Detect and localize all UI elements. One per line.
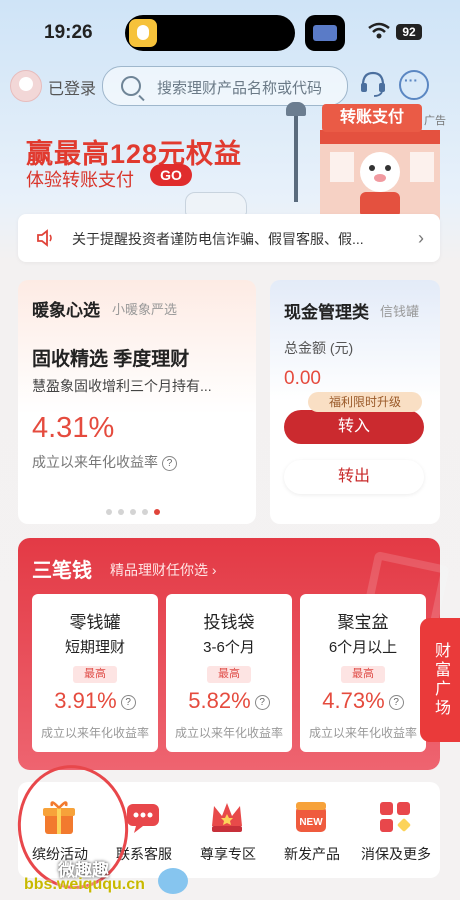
battery-indicator: 92	[396, 24, 422, 40]
max-badge: 最高	[341, 666, 385, 683]
money-card-term: 3-6个月	[203, 639, 255, 656]
carousel-dot	[118, 509, 124, 515]
speaker-icon	[37, 229, 52, 247]
wealth-plaza-tab[interactable]: 财富广场	[420, 618, 460, 742]
product-name: 固收精选 季度理财	[32, 349, 190, 370]
money-card-term: 短期理财	[64, 639, 125, 656]
card-activity-icon	[305, 15, 345, 51]
car-illustration	[185, 192, 247, 216]
cash-management-card[interactable]: 现金管理类 信钱罐 总金额 (元) 0.00 转入 福利限时升级 转出	[270, 280, 440, 524]
login-status[interactable]: 已登录	[48, 75, 96, 99]
avatar[interactable]	[10, 70, 42, 102]
product-description: 慧盈象固收增利三个月持有...	[32, 378, 212, 394]
perk-badge: 福利限时升级	[308, 392, 422, 412]
customer-service-icon[interactable]	[358, 68, 388, 98]
total-amount-label: 总金额 (元)	[284, 340, 354, 356]
quick-entry-label: 消保及更多	[361, 846, 431, 862]
money-card-note: 成立以来年化收益率	[174, 726, 283, 740]
section-subtitle-link[interactable]: 精品理财任你选 ›	[110, 560, 217, 580]
help-icon[interactable]: ?	[388, 694, 404, 710]
grid-icon	[380, 802, 411, 832]
chat-bubble-icon	[127, 804, 159, 833]
quick-entry-vip[interactable]: 尊享专区	[186, 796, 270, 872]
help-icon[interactable]: ?	[254, 694, 270, 710]
money-card-name: 零钱罐	[69, 613, 121, 632]
card-title: 暖象心选	[32, 301, 100, 320]
help-icon[interactable]: ?	[162, 455, 177, 471]
carousel-dot	[106, 509, 112, 515]
card-title: 现金管理类	[284, 303, 369, 322]
featured-product-card[interactable]: 暖象心选 小暖象严选 固收精选 季度理财 慧盈象固收增利三个月持有... 4.3…	[18, 280, 256, 524]
transfer-out-button[interactable]: 转出	[284, 460, 424, 494]
crown-icon	[212, 803, 242, 832]
money-card-term: 6个月以上	[328, 639, 398, 656]
bottom-navigation	[0, 900, 460, 919]
status-time: 19:26	[44, 22, 93, 43]
card-subtitle: 小暖象严选	[112, 302, 178, 317]
rate-note: 成立以来年化收益率?	[32, 452, 177, 472]
money-card-rate: 3.91%?	[32, 688, 158, 714]
max-badge: 最高	[207, 666, 251, 683]
money-card-name: 投钱袋	[203, 613, 255, 632]
carousel-dot	[130, 509, 136, 515]
banner-sign: 转账支付	[322, 104, 422, 132]
search-placeholder: 搜索理财产品名称或代码	[157, 80, 323, 97]
carousel-indicator	[106, 502, 166, 520]
watermark-mascot-icon	[158, 868, 188, 894]
wifi-icon	[368, 22, 390, 39]
money-card[interactable]: 零钱罐 短期理财 最高 3.91%? 成立以来年化收益率	[32, 594, 158, 752]
svg-text:NEW: NEW	[299, 817, 323, 828]
banner-go-button[interactable]: GO	[150, 164, 192, 186]
three-money-section: 三笔钱 精品理财任你选 › 零钱罐 短期理财 最高 3.91%? 成立以来年化收…	[18, 538, 451, 770]
money-card-rate: 5.82%?	[166, 688, 292, 714]
product-rate: 4.31%	[32, 412, 115, 444]
chevron-right-icon: ›	[418, 228, 424, 248]
new-box-icon: NEW	[296, 802, 326, 832]
money-card-note: 成立以来年化收益率	[40, 726, 149, 740]
section-title: 三笔钱	[32, 560, 92, 582]
search-icon	[121, 76, 141, 96]
money-card-rate: 4.73%?	[300, 688, 426, 714]
banner-subtitle[interactable]: 体验转账支付	[26, 166, 134, 192]
money-card[interactable]: 投钱袋 3-6个月 最高 5.82%? 成立以来年化收益率	[166, 594, 292, 752]
watermark-url: bbs.weiququ.cn	[24, 876, 145, 893]
ad-tag: 广告	[424, 115, 446, 127]
card-subtitle: 信钱罐	[380, 304, 420, 319]
quick-entry-label: 新发产品	[284, 846, 340, 862]
message-icon[interactable]	[399, 70, 429, 100]
money-card-name: 聚宝盆	[337, 613, 389, 632]
quick-entry-label: 尊享专区	[200, 846, 256, 862]
help-icon[interactable]: ?	[120, 694, 136, 710]
total-amount: 0.00	[284, 368, 321, 389]
search-input[interactable]: 搜索理财产品名称或代码	[102, 66, 348, 106]
chevron-right-icon: ›	[211, 562, 217, 578]
street-lamp-illustration	[286, 102, 306, 202]
transfer-in-button[interactable]: 转入	[284, 410, 424, 444]
notice-text: 关于提醒投资者谨防电信诈骗、假冒客服、假...	[72, 231, 364, 247]
carousel-dot-active	[154, 509, 160, 515]
app-activity-icon	[129, 19, 157, 47]
quick-entry-new-products[interactable]: NEW 新发产品	[270, 796, 354, 872]
dynamic-island	[125, 15, 295, 51]
money-card[interactable]: 聚宝盆 6个月以上 最高 4.73%? 成立以来年化收益率	[300, 594, 426, 752]
max-badge: 最高	[73, 666, 117, 683]
notice-bar[interactable]: 关于提醒投资者谨防电信诈骗、假冒客服、假... ›	[18, 214, 440, 262]
carousel-dot	[142, 509, 148, 515]
quick-entry-more[interactable]: 消保及更多	[354, 796, 438, 872]
money-card-note: 成立以来年化收益率	[308, 726, 417, 740]
